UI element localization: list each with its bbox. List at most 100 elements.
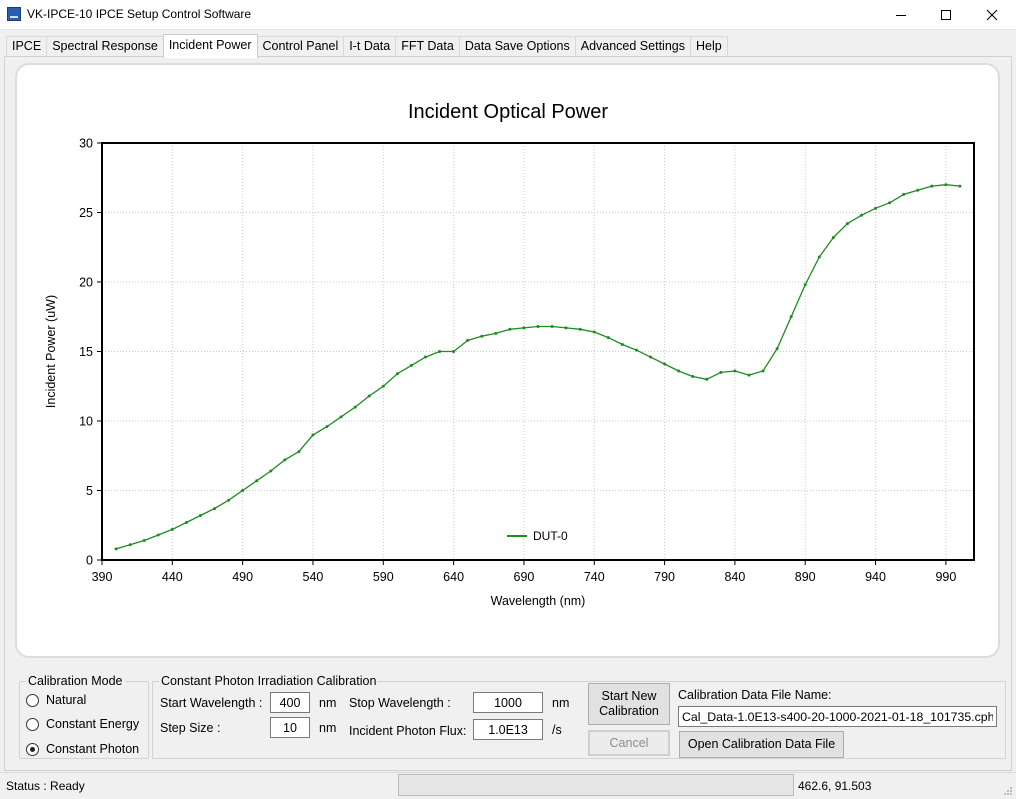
x-tick-label: 390 (92, 570, 113, 584)
x-tick-label: 540 (303, 570, 324, 584)
tab-strip: IPCE Spectral Response Incident Power Co… (6, 34, 728, 58)
x-tick-label: 740 (584, 570, 605, 584)
x-tick-label: 690 (514, 570, 535, 584)
radio-constant-photon-circle[interactable] (26, 742, 39, 756)
x-tick-label: 640 (443, 570, 464, 584)
y-tick-label: 10 (79, 415, 93, 429)
y-tick-label: 25 (79, 206, 93, 220)
data-point (367, 394, 371, 398)
radio-natural-label: Natural (46, 693, 87, 707)
data-point (128, 543, 132, 547)
tab-help[interactable]: Help (689, 36, 728, 57)
open-calibration-file-button[interactable]: Open Calibration Data File (679, 731, 844, 758)
chart-panel: Incident Optical Power 390 440 490 540 590 64… (15, 63, 1000, 658)
calibration-file-name-input[interactable] (678, 706, 997, 727)
close-icon[interactable] (969, 0, 1015, 29)
data-point (255, 479, 259, 483)
cursor-coordinates: 462.6, 91.503 (798, 779, 872, 793)
data-point (888, 201, 892, 205)
data-point (845, 222, 849, 226)
data-point (297, 450, 301, 454)
data-point (789, 315, 793, 319)
data-point (466, 338, 470, 342)
data-point (859, 213, 863, 217)
photon-flux-input[interactable] (473, 719, 543, 740)
data-point (733, 369, 737, 373)
data-point (142, 539, 146, 543)
data-point (198, 514, 202, 518)
data-point (677, 369, 681, 373)
data-point (775, 347, 779, 351)
calibration-mode-group: Calibration Mode Natural Constant Energy… (19, 674, 149, 759)
data-point (719, 370, 723, 374)
start-wavelength-unit: nm (319, 696, 337, 710)
data-point (606, 336, 610, 340)
tab-incident-power[interactable]: Incident Power (162, 34, 258, 58)
tab-fft-data[interactable]: FFT Data (395, 36, 460, 57)
radio-constant-photon-label: Constant Photon (46, 742, 140, 756)
x-tick-label: 790 (654, 570, 675, 584)
data-point (452, 350, 456, 353)
data-point (508, 327, 512, 331)
tick-labels: 390 440 490 540 590 640 690 740 790 840 890 940 990 0… (79, 137, 956, 585)
minimize-icon[interactable] (878, 0, 924, 29)
data-point (578, 327, 582, 331)
tab-data-save-options[interactable]: Data Save Options (458, 36, 576, 57)
data-point (156, 533, 160, 537)
data-point (874, 206, 878, 210)
data-point (409, 363, 413, 367)
maximize-icon[interactable] (923, 0, 969, 29)
start-new-calibration-button[interactable]: Start New Calibration (588, 683, 670, 725)
tab-spectral-response[interactable]: Spectral Response (46, 36, 164, 57)
step-size-input[interactable] (270, 717, 310, 738)
data-point (480, 334, 484, 338)
calibration-group-title: Constant Photon Irradiation Calibration (159, 674, 379, 688)
cancel-button[interactable]: Cancel (588, 730, 670, 756)
data-point (817, 255, 821, 259)
radio-constant-energy-label: Constant Energy (46, 717, 140, 731)
tab-it-data[interactable]: I-t Data (343, 36, 397, 57)
radio-natural-circle[interactable] (26, 693, 39, 707)
stop-wavelength-input[interactable] (473, 692, 543, 713)
step-size-label: Step Size : (160, 721, 221, 735)
x-tick-label: 490 (232, 570, 253, 584)
data-point (550, 324, 554, 328)
data-point (494, 331, 498, 335)
data-point (522, 326, 526, 330)
radio-constant-photon[interactable]: Constant Photon (26, 741, 139, 757)
photon-flux-unit: /s (552, 723, 562, 737)
x-tick-label: 990 (935, 570, 956, 584)
data-point (325, 425, 329, 429)
chart-title: Incident Optical Power (408, 101, 608, 123)
x-tick-label: 940 (865, 570, 886, 584)
data-point (114, 547, 118, 551)
window-title: VK-IPCE-10 IPCE Setup Control Software (27, 7, 252, 21)
resize-grip-icon[interactable] (1003, 786, 1013, 796)
start-wavelength-input[interactable] (270, 692, 310, 713)
data-point (395, 372, 399, 376)
data-point (184, 520, 188, 524)
tab-advanced-settings[interactable]: Advanced Settings (574, 36, 691, 57)
data-point (620, 343, 624, 347)
tab-ipce[interactable]: IPCE (6, 36, 48, 57)
data-point (438, 350, 442, 353)
y-tick-label: 0 (86, 554, 93, 568)
tab-control-panel[interactable]: Control Panel (256, 36, 345, 57)
data-point (761, 369, 765, 373)
data-point (944, 183, 948, 187)
radio-constant-energy-circle[interactable] (26, 717, 39, 731)
y-axis-label: Incident Power (uW) (44, 295, 58, 408)
x-tick-label: 440 (162, 570, 183, 584)
radio-natural[interactable]: Natural (26, 692, 86, 708)
data-point (339, 415, 343, 419)
start-wavelength-label: Start Wavelength : (160, 696, 263, 710)
progress-bar (398, 774, 794, 796)
data-point (705, 377, 709, 381)
calibration-file-name-label: Calibration Data File Name: (678, 688, 832, 702)
data-point (423, 355, 427, 359)
data-point (311, 433, 315, 437)
x-tick-label: 590 (373, 570, 394, 584)
data-point (283, 458, 287, 462)
x-axis-label: Wavelength (nm) (491, 594, 586, 608)
radio-constant-energy[interactable]: Constant Energy (26, 716, 139, 732)
